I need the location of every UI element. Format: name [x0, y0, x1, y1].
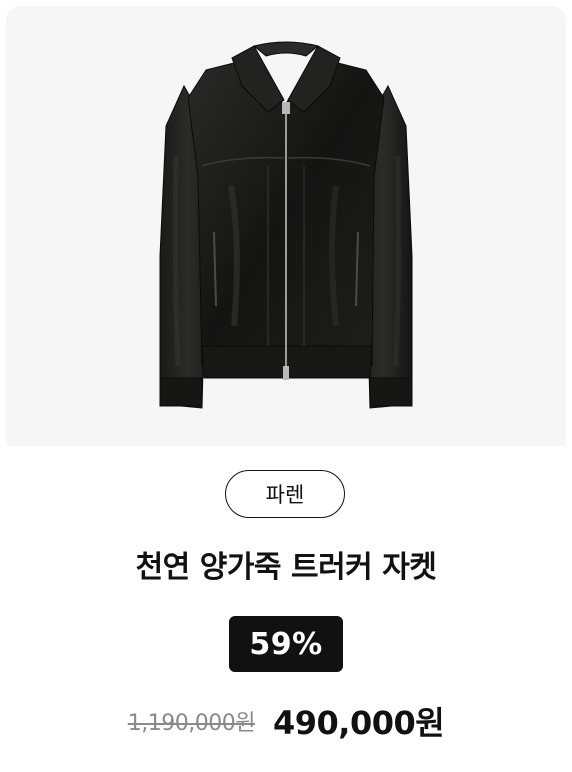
product-card[interactable]: 파렌 천연 양가죽 트러커 자켓 59% 1,190,000원 490,000원 [0, 0, 572, 772]
original-price: 1,190,000원 [127, 711, 256, 736]
sale-price: 490,000원 [273, 704, 445, 742]
jacket-illustration [159, 41, 413, 409]
price-row: 1,190,000원 490,000원 [0, 698, 572, 744]
brand-chip[interactable]: 파렌 [225, 470, 345, 518]
discount-badge: 59% [229, 616, 343, 672]
product-title[interactable]: 천연 양가죽 트러커 자켓 [0, 542, 572, 586]
product-image[interactable] [6, 6, 566, 446]
